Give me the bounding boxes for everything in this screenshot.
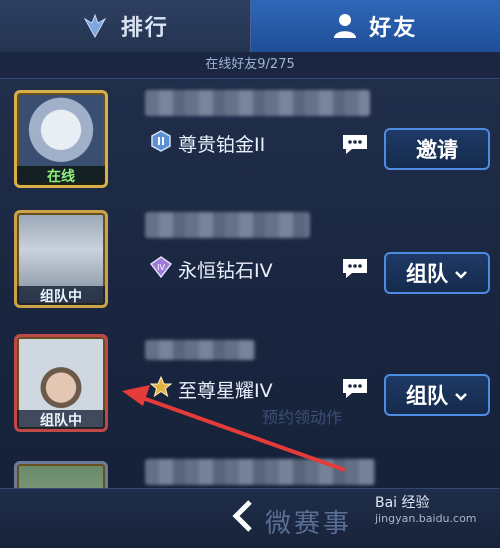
chevron-down-icon [454,383,468,407]
diamond-badge-icon: IV [150,256,172,283]
blurred-player-name [145,212,310,238]
avatar[interactable]: 组队中 [14,210,108,308]
tab-ranking[interactable]: 排行 [0,0,251,52]
watermark-brand: Bai 经验 [375,495,430,511]
back-arrow-icon[interactable] [228,499,254,537]
team-up-button-label: 组队 [406,380,448,410]
svg-text:IV: IV [157,263,165,272]
tab-bar: 排行 好友 [0,0,500,52]
rank-label: 永恒钻石IV [178,256,273,283]
tab-friends-label: 好友 [369,10,417,42]
tab-friends[interactable]: 好友 [251,0,500,52]
ranking-wing-icon [81,13,109,39]
status-teaming: 组队中 [14,410,108,432]
chevron-down-icon [454,261,468,285]
rank-label: 至尊星耀IV [178,376,273,403]
online-friends-count: 在线好友9/275 [0,52,500,79]
blurred-player-name [145,90,370,116]
invite-button-label: 邀请 [416,134,458,164]
rank-label: 尊贵铂金II [178,130,265,157]
platinum-badge-icon [150,130,172,157]
blurred-player-name [145,340,255,360]
blurred-player-name [145,459,375,485]
footer-label: 微赛事 [265,503,352,540]
status-teaming: 组队中 [14,286,108,308]
status-online: 在线 [14,166,108,188]
baidu-watermark: Bai 经验 jingyan.baidu.com [375,492,477,525]
chat-bubble-icon[interactable] [340,376,370,400]
rank-info: IV 永恒钻石IV [150,256,273,283]
friend-row[interactable]: 组队中 IV 永恒钻石IV 组队 [0,204,500,322]
friend-row[interactable] [0,455,500,488]
team-up-button[interactable]: 组队 [384,374,490,416]
tab-ranking-label: 排行 [121,10,169,42]
chat-bubble-icon[interactable] [340,256,370,280]
friends-panel: 排行 好友 在线好友9/275 在线 尊贵铂金II [0,0,500,547]
team-up-button-label: 组队 [406,258,448,288]
team-up-button[interactable]: 组队 [384,252,490,294]
avatar[interactable]: 在线 [14,90,108,188]
avatar[interactable]: 组队中 [14,334,108,432]
rank-info: 至尊星耀IV [150,376,273,403]
starlight-badge-icon [150,376,172,403]
friend-row[interactable]: 在线 尊贵铂金II 邀请 [0,84,500,202]
avatar[interactable] [14,461,108,488]
friend-row[interactable]: 组队中 至尊星耀IV 组队 [0,326,500,444]
person-icon [333,13,357,39]
invite-button[interactable]: 邀请 [384,128,490,170]
background-promo-text: 预约领动作 [262,404,342,428]
watermark-url: jingyan.baidu.com [375,512,477,525]
chat-bubble-icon[interactable] [340,132,370,156]
rank-info: 尊贵铂金II [150,130,265,157]
